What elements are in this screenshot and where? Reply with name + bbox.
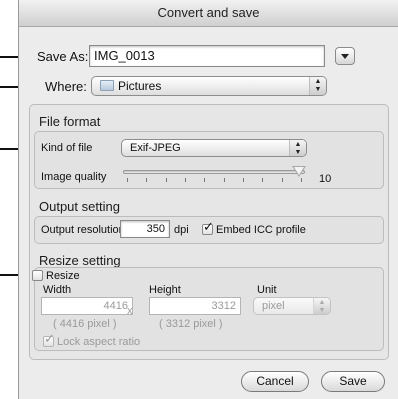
lock-aspect-checkbox[interactable]: ✓ [43, 332, 55, 347]
unit-popup[interactable]: pixel ▲ ▼ [253, 297, 331, 315]
output-resolution-field[interactable]: 350 [120, 220, 170, 238]
slider-tick [165, 178, 167, 182]
image-quality-label: Image quality [41, 171, 107, 183]
width-label: Width [43, 284, 72, 296]
slider-tick [223, 178, 225, 182]
save-as-field[interactable]: IMG_0013 [89, 45, 325, 67]
popup-arrows-icon: ▲ ▼ [309, 77, 326, 95]
file-format-title: File format [39, 114, 101, 129]
slider-tick [146, 178, 148, 182]
popup-arrows-icon: ▲ ▼ [313, 298, 330, 314]
slider-tick [243, 178, 244, 182]
output-resolution-label: Output resolution [41, 224, 125, 236]
height-pixel-note: ( 3312 pixel ) [159, 318, 223, 330]
popup-arrows-icon: ▲ ▼ [289, 140, 306, 156]
folder-icon [100, 80, 114, 91]
times-sign: x [127, 305, 133, 317]
height-value: 3312 [211, 300, 236, 312]
width-value: 4416 [103, 300, 128, 312]
embed-icc-label: Embed ICC profile [216, 224, 306, 236]
kind-of-file-popup[interactable]: Exif-JPEG ▲ ▼ [121, 139, 307, 157]
dialog-title: Convert and save [19, 0, 398, 27]
resize-checkbox[interactable] [32, 270, 43, 281]
image-quality-slider-thumb[interactable] [292, 166, 306, 177]
output-resolution-value: 350 [146, 223, 165, 235]
unit-value: pixel [262, 300, 285, 312]
where-label: Where: [45, 79, 87, 94]
image-quality-value: 10 [319, 173, 332, 185]
resize-setting-title: Resize setting [39, 253, 121, 268]
height-field[interactable]: 3312 [149, 297, 241, 315]
width-field[interactable]: 4416 [41, 297, 133, 315]
cancel-button[interactable]: Cancel [241, 371, 309, 392]
resize-label: Resize [46, 270, 80, 282]
width-pixel-note: ( 4416 pixel ) [53, 318, 117, 330]
slider-tick [204, 178, 206, 182]
slider-tick [301, 178, 302, 182]
where-popup[interactable]: Pictures ▲ ▼ [91, 76, 327, 96]
convert-and-save-dialog: Convert and save Save As: IMG_0013 Where… [18, 0, 398, 399]
expand-browser-button[interactable] [335, 47, 355, 65]
save-button[interactable]: Save [321, 371, 385, 392]
image-quality-slider[interactable] [123, 170, 305, 174]
kind-of-file-label: Kind of file [41, 142, 93, 154]
embed-icc-checkbox[interactable]: ✓ [202, 220, 214, 235]
unit-label: Unit [257, 284, 277, 296]
slider-tick [127, 178, 128, 182]
kind-of-file-value: Exif-JPEG [130, 142, 181, 154]
save-as-value: IMG_0013 [94, 48, 155, 63]
lock-aspect-label: Lock aspect ratio [57, 336, 141, 348]
dpi-unit-label: dpi [174, 224, 189, 236]
checkmark-icon: ✓ [203, 219, 214, 234]
slider-tick [262, 178, 264, 182]
save-as-label: Save As: [37, 49, 89, 64]
slider-tick [281, 178, 283, 182]
slider-tick [185, 178, 186, 182]
checkmark-icon: ✓ [44, 331, 55, 346]
height-label: Height [149, 284, 181, 296]
where-value: Pictures [118, 79, 162, 93]
output-setting-title: Output setting [39, 199, 120, 214]
